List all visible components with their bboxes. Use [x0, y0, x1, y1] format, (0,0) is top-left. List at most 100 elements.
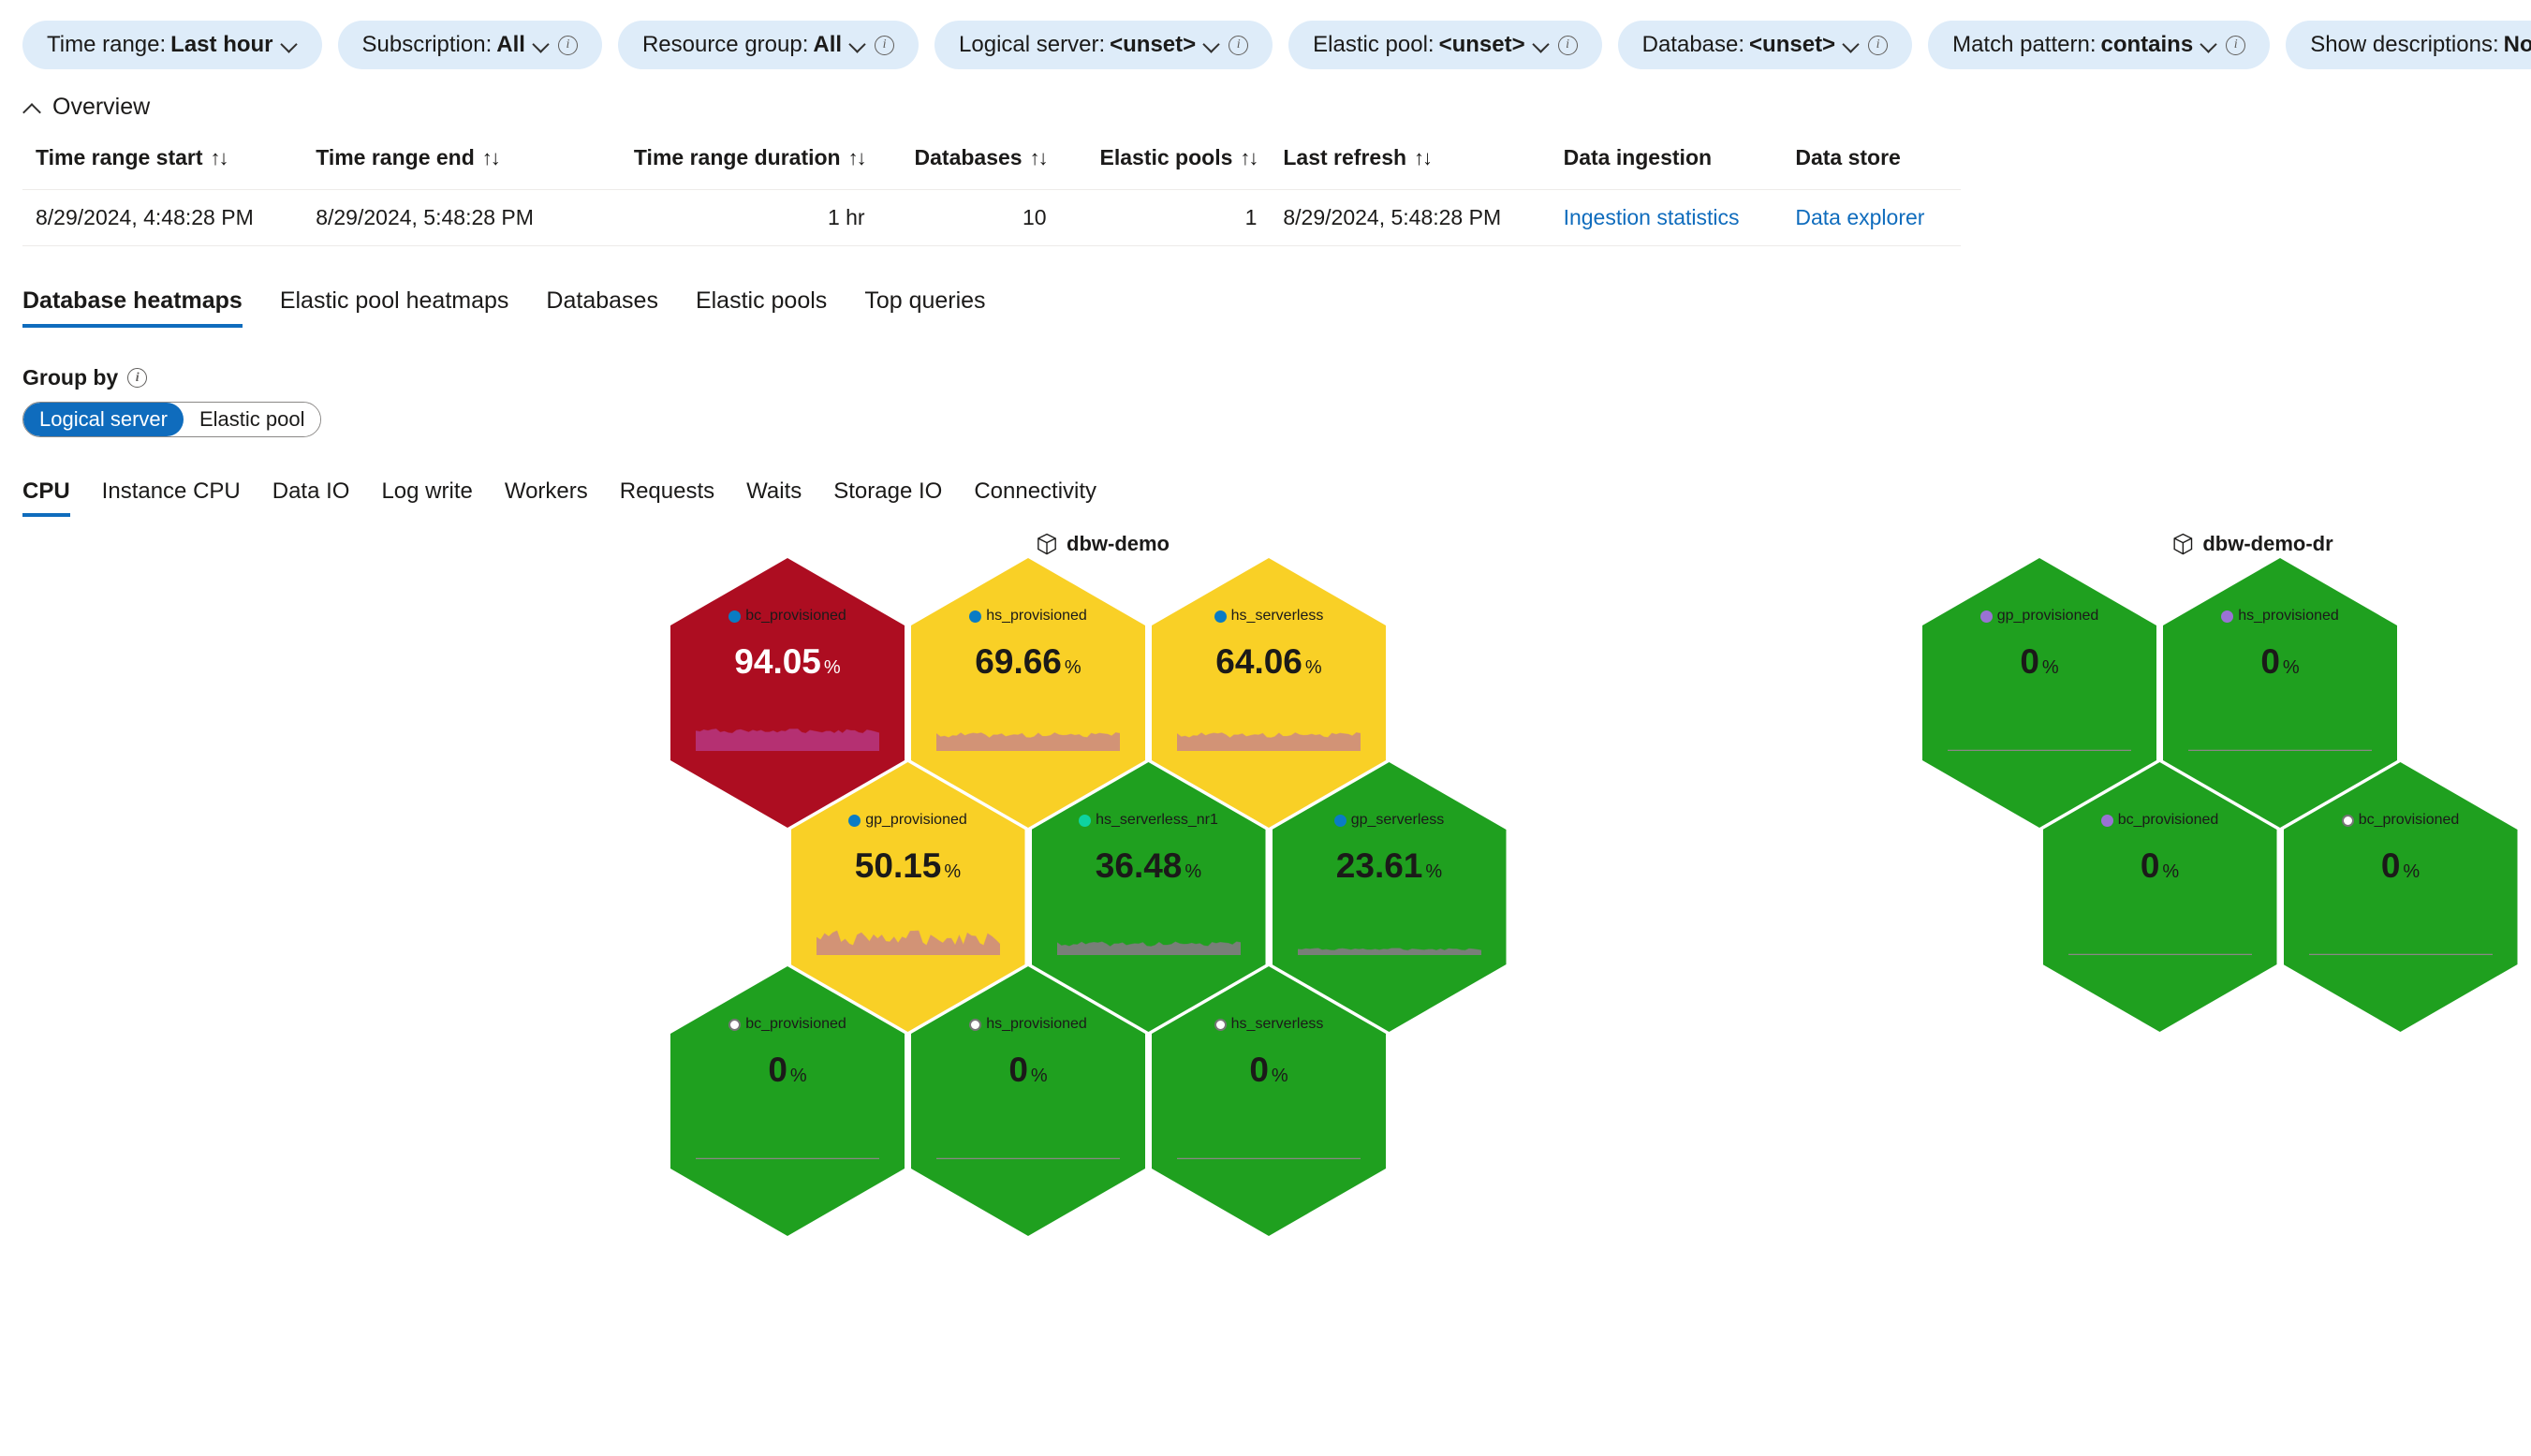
- chevron-down-icon[interactable]: [534, 38, 550, 48]
- group-by-option-elastic-pool[interactable]: Elastic pool: [183, 403, 321, 436]
- column-header-label: Data ingestion: [1563, 145, 1713, 169]
- cell-last-refresh: 8/29/2024, 5:48:28 PM: [1270, 189, 1551, 246]
- hex-sparkline: [1056, 927, 1241, 955]
- filter-pill-database[interactable]: Database: <unset> i: [1617, 21, 1913, 69]
- filter-value: No: [2503, 32, 2531, 57]
- hex-value-unit: %: [2282, 657, 2300, 678]
- column-header-time-range-end[interactable]: Time range end ↑↓: [302, 138, 582, 190]
- column-header-data-store: Data store: [1782, 138, 1961, 190]
- sort-arrows-icon[interactable]: ↑↓: [1240, 146, 1258, 170]
- hex-label-text: hs_provisioned: [2238, 608, 2339, 624]
- metric-tab-data-io[interactable]: Data IO: [257, 478, 366, 517]
- group-by-toggle: Logical server Elastic pool: [22, 402, 322, 437]
- hex-label: hs_serverless_nr1: [1032, 812, 1266, 829]
- filter-pill-resource-group[interactable]: Resource group: All i: [617, 21, 920, 69]
- hex-value-number: 23.61: [1335, 846, 1423, 885]
- cell-data-store[interactable]: Data explorer: [1782, 189, 1961, 246]
- metric-tab-workers[interactable]: Workers: [489, 478, 604, 517]
- chevron-down-icon[interactable]: [282, 38, 298, 48]
- column-header-time-range-duration[interactable]: Time range duration ↑↓: [582, 138, 877, 190]
- filter-value: contains: [2100, 32, 2194, 57]
- overview-table: Time range start ↑↓ Time range end ↑↓ Time r…: [22, 138, 1961, 246]
- chevron-down-icon[interactable]: [1534, 38, 1550, 48]
- hex-value-unit: %: [2041, 657, 2059, 678]
- cell-elastic-pools: 1: [1059, 189, 1271, 246]
- info-icon[interactable]: i: [1868, 35, 1889, 55]
- hex-value: 23.61%: [1273, 848, 1507, 883]
- hex-label: hs_serverless: [1152, 608, 1386, 625]
- filter-pill-show-descriptions[interactable]: Show descriptions:Noi: [2286, 21, 2531, 69]
- metric-tab-waits[interactable]: Waits: [730, 478, 817, 517]
- metric-tab-cpu[interactable]: CPU: [22, 478, 86, 517]
- tab-databases[interactable]: Databases: [527, 287, 677, 328]
- metric-tab-connectivity[interactable]: Connectivity: [958, 478, 1112, 517]
- sort-arrows-icon[interactable]: ↑↓: [848, 146, 867, 170]
- status-dot-icon: [728, 610, 742, 623]
- info-icon[interactable]: i: [1557, 35, 1578, 55]
- status-dot-icon: [1214, 610, 1227, 623]
- group-by-option-logical-server[interactable]: Logical server: [23, 403, 184, 436]
- hex-sparkline: [936, 1131, 1120, 1159]
- overview-header-row: Time range start ↑↓ Time range end ↑↓ Time r…: [22, 138, 1961, 190]
- column-header-label: Data store: [1795, 145, 1901, 169]
- tab-elastic-pools[interactable]: Elastic pools: [677, 287, 846, 328]
- sort-arrows-icon[interactable]: ↑↓: [211, 146, 229, 170]
- status-dot-icon: [1079, 814, 1092, 827]
- filter-label: Database:: [1641, 32, 1745, 57]
- hex-label-text: bc_provisioned: [2358, 812, 2460, 828]
- column-header-time-range-start[interactable]: Time range start ↑↓: [22, 138, 302, 190]
- overview-collapse-toggle[interactable]: Overview: [22, 94, 2509, 121]
- metric-tab-instance-cpu[interactable]: Instance CPU: [86, 478, 257, 517]
- hex-value: 0%: [2163, 644, 2397, 679]
- hex-sparkline: [2308, 927, 2493, 955]
- sort-arrows-icon[interactable]: ↑↓: [1030, 146, 1049, 170]
- filter-value: <unset>: [1438, 32, 1525, 57]
- filter-label: Resource group:: [641, 32, 809, 57]
- sort-arrows-icon[interactable]: ↑↓: [482, 146, 501, 170]
- hex-value-unit: %: [1064, 657, 1082, 678]
- info-icon[interactable]: i: [557, 35, 578, 55]
- metric-tab-storage-io[interactable]: Storage IO: [817, 478, 958, 517]
- overview-section: Overview Time range start ↑↓ Time range en…: [0, 77, 2531, 246]
- metric-tab-log-write[interactable]: Log write: [365, 478, 488, 517]
- filter-pill-time-range[interactable]: Time range: Last hour: [22, 21, 322, 69]
- hex-label: gp_serverless: [1273, 812, 1507, 829]
- filter-pill-match-pattern[interactable]: Match pattern: contains i: [1928, 21, 2271, 69]
- hex-value: 0%: [1152, 1052, 1386, 1087]
- hex-value-number: 0: [2260, 642, 2280, 681]
- heatmap-canvas: dbw-demo bc_provisioned 94.05% hs_provision…: [0, 532, 2531, 1236]
- tab-top-queries[interactable]: Top queries: [846, 287, 1004, 328]
- tab-elastic-pool-heatmaps[interactable]: Elastic pool heatmaps: [261, 287, 528, 328]
- metric-tabs: CPU Instance CPU Data IO Log write Workers Re…: [0, 437, 2531, 517]
- info-icon[interactable]: i: [875, 35, 895, 55]
- filter-pill-subscription[interactable]: Subscription: All i: [337, 21, 602, 69]
- info-icon[interactable]: i: [1229, 35, 1249, 55]
- column-header-databases[interactable]: Databases ↑↓: [878, 138, 1060, 190]
- column-header-last-refresh[interactable]: Last refresh ↑↓: [1270, 138, 1550, 190]
- info-icon[interactable]: i: [127, 368, 148, 388]
- cell-time-range-start: 8/29/2024, 4:48:28 PM: [22, 189, 303, 246]
- hex-value: 50.15%: [791, 848, 1025, 883]
- chevron-down-icon[interactable]: [850, 38, 866, 48]
- table-row[interactable]: 8/29/2024, 4:48:28 PM 8/29/2024, 5:48:28 …: [22, 189, 1961, 246]
- cell-data-ingestion[interactable]: Ingestion statistics: [1550, 189, 1783, 246]
- hex-label: gp_provisioned: [791, 812, 1025, 829]
- hex-label-text: bc_provisioned: [745, 608, 846, 624]
- sort-arrows-icon[interactable]: ↑↓: [1414, 146, 1433, 170]
- filter-value: All: [496, 32, 525, 57]
- cluster-title-label: dbw-demo: [1067, 532, 1170, 555]
- hex-label: bc_provisioned: [670, 608, 905, 625]
- chevron-down-icon[interactable]: [1204, 38, 1220, 48]
- info-icon[interactable]: i: [2226, 35, 2246, 55]
- hex-sparkline: [816, 927, 1000, 955]
- chevron-down-icon[interactable]: [2201, 38, 2217, 48]
- filter-value: <unset>: [1110, 32, 1197, 57]
- column-header-elastic-pools[interactable]: Elastic pools ↑↓: [1060, 138, 1271, 190]
- hex-sparkline: [1177, 1131, 1361, 1159]
- chevron-down-icon[interactable]: [1844, 38, 1860, 48]
- tab-database-heatmaps[interactable]: Database heatmaps: [22, 287, 261, 328]
- filter-pill-logical-server[interactable]: Logical server: <unset> i: [934, 21, 1273, 69]
- metric-tab-requests[interactable]: Requests: [604, 478, 730, 517]
- cell-time-range-duration: 1 hr: [582, 189, 878, 246]
- filter-pill-elastic-pool[interactable]: Elastic pool: <unset> i: [1288, 21, 1602, 69]
